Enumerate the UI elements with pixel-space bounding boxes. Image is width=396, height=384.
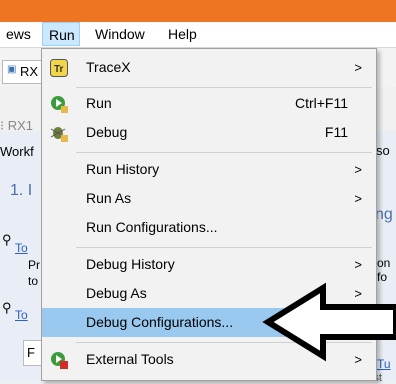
clip-icon-2: ⚲ <box>2 300 12 315</box>
menu-item-label: Run <box>86 95 112 111</box>
menu-run[interactable]: Run <box>42 22 80 46</box>
tab-icon: ▣ <box>7 64 17 75</box>
menu-item-run-history[interactable]: Run History > <box>42 155 376 184</box>
submenu-arrow-icon: > <box>354 286 362 301</box>
menu-item-label: TraceX <box>86 59 131 75</box>
tab-label: RX <box>20 64 39 79</box>
debug-icon <box>50 124 68 142</box>
clip-icon: ⚲ <box>2 232 12 247</box>
menubar: ews Run Window Help <box>0 22 396 48</box>
workflow-text-1: Pr <box>28 258 40 272</box>
menu-item-label: Run History <box>86 161 160 177</box>
external-tools-icon <box>50 351 68 369</box>
menu-item-debug[interactable]: Debug F11 <box>42 118 376 147</box>
menu-item-label: External Tools <box>86 351 174 367</box>
menu-item-debug-as[interactable]: Debug As > <box>42 279 376 308</box>
right-text-2: ng <box>375 206 393 223</box>
workflow-input[interactable]: F <box>23 340 43 366</box>
submenu-arrow-icon: > <box>354 191 362 206</box>
menu-item-label: Run As <box>86 190 132 206</box>
menu-window[interactable]: Window <box>89 22 151 46</box>
right-link-tu[interactable]: Tu <box>377 357 391 371</box>
run-icon <box>50 95 68 113</box>
menu-item-run[interactable]: Run Ctrl+F11 <box>42 89 376 118</box>
workflow-text-2: to <box>28 274 39 288</box>
menu-item-label: Debug Configurations... <box>86 314 234 330</box>
submenu-arrow-icon: > <box>354 60 362 75</box>
menu-item-debug-configurations[interactable]: Debug Configurations... <box>42 308 376 337</box>
title-accent-bar <box>0 0 396 22</box>
menu-separator <box>76 247 372 248</box>
svg-text:Tr: Tr <box>54 64 64 75</box>
workflow-link-1[interactable]: To <box>15 241 28 255</box>
submenu-arrow-icon: > <box>354 257 362 272</box>
menu-separator <box>76 342 372 343</box>
right-text-4: fo <box>377 270 388 284</box>
menu-help[interactable]: Help <box>162 22 203 46</box>
right-text-1: so <box>376 143 390 158</box>
menu-item-label: Debug <box>86 124 128 140</box>
run-menu-dropdown: Tr TraceX > Run Ctrl+F11 Debug F11 Run H… <box>41 48 377 381</box>
panel-label: Workf <box>0 144 34 159</box>
right-text-3: on <box>377 256 391 270</box>
menu-item-label: Run Configurations... <box>86 219 218 235</box>
menu-separator <box>76 87 372 88</box>
menu-separator <box>76 152 372 153</box>
menu-item-tracex[interactable]: Tr TraceX > <box>42 53 376 82</box>
menu-item-run-as[interactable]: Run As > <box>42 184 376 213</box>
workflow-link-2[interactable]: To <box>15 308 28 322</box>
menu-item-shortcut: Ctrl+F11 <box>294 95 348 111</box>
submenu-arrow-icon: > <box>354 162 362 177</box>
tracex-icon: Tr <box>50 59 68 77</box>
menu-item-label: Debug As <box>86 285 147 301</box>
menu-item-external-tools[interactable]: External Tools > <box>42 345 376 374</box>
menu-item-label: Debug History <box>86 256 175 272</box>
workflow-step-title: 1. I <box>10 182 33 199</box>
submenu-arrow-icon: > <box>354 352 362 367</box>
editor-tab[interactable]: ▣ RX <box>2 60 44 84</box>
menu-item-run-configurations[interactable]: Run Configurations... <box>42 213 376 242</box>
menu-views[interactable]: ews <box>0 22 37 46</box>
menu-item-debug-history[interactable]: Debug History > <box>42 250 376 279</box>
menu-item-shortcut: F11 <box>324 124 348 140</box>
